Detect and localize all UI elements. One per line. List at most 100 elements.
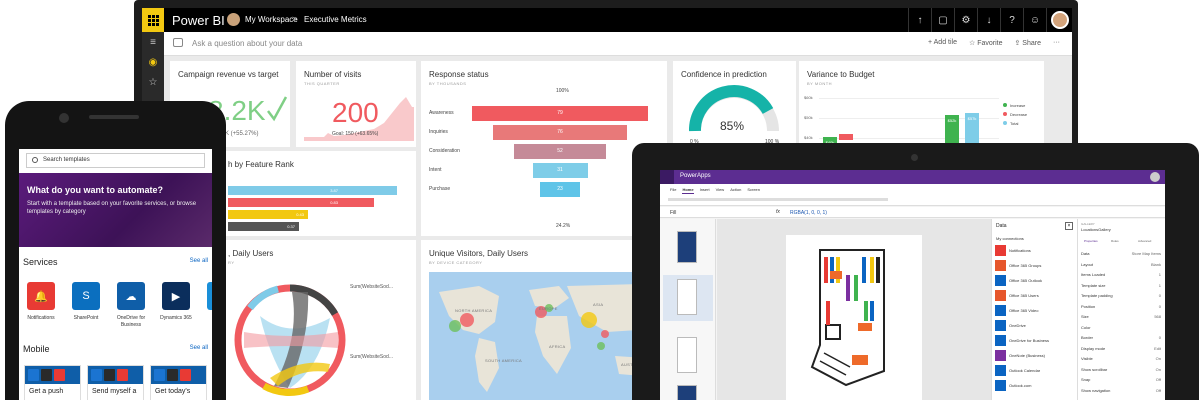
menu-insert[interactable]: Insert xyxy=(700,187,710,194)
connection-label: OneNote (Business) xyxy=(1009,353,1046,358)
prop-value[interactable]: 1 xyxy=(1159,272,1161,277)
user-avatar[interactable] xyxy=(1046,8,1072,32)
prop-value[interactable]: On xyxy=(1156,356,1161,361)
help-icon[interactable]: ? xyxy=(1000,8,1023,32)
tile-response[interactable]: Response status BY THOUSANDS 100% Awaren… xyxy=(421,61,667,236)
prop-label: Color xyxy=(1081,324,1091,330)
prop-value[interactable]: 0 xyxy=(1159,293,1161,298)
powerapps-user-avatar[interactable] xyxy=(1150,172,1160,182)
map-region-label: AFRICA xyxy=(549,344,566,349)
prop-label: Template padding xyxy=(1081,293,1113,298)
template-card[interactable]: Get today's xyxy=(150,365,207,400)
connection-item[interactable]: OneDrive for Business xyxy=(995,335,1075,349)
powerbi-topbar: Power BI My Workspace > Executive Metric… xyxy=(142,8,1072,32)
connection-item[interactable]: OneNote (Business) xyxy=(995,350,1075,364)
feature-bar[interactable]: 0.43 xyxy=(228,210,308,219)
settings-icon[interactable]: ⚙ xyxy=(954,8,977,32)
connection-item[interactable]: Outlook Calendar xyxy=(995,365,1075,379)
nav-favorites-icon[interactable]: ☆ xyxy=(142,72,164,92)
formula-property[interactable]: Fill xyxy=(670,210,676,216)
connection-item[interactable]: Office 365 Outlook xyxy=(995,275,1075,289)
bell-icon[interactable]: 🔔 xyxy=(27,282,55,310)
props-tab[interactable]: Rules xyxy=(1111,239,1119,243)
variance-bar[interactable] xyxy=(839,134,853,140)
feedback-icon[interactable]: ☺ xyxy=(1023,8,1046,32)
tile-daily-users[interactable]: , Daily Users RY Sum(WebsiteSod... Sum(W… xyxy=(224,240,416,400)
screen-thumbnail-4[interactable] xyxy=(677,385,697,400)
tile-variance[interactable]: Variance to Budget BY MONTH $60k $50k $40k… xyxy=(799,61,1044,147)
template-search-input[interactable]: Search templates xyxy=(26,153,205,168)
prop-value[interactable]: Off xyxy=(1156,377,1161,382)
funnel-bar[interactable]: 52 xyxy=(514,144,606,159)
tile-confidence[interactable]: Confidence in prediction 85% 0 % 100 % xyxy=(673,61,796,147)
favorite-button[interactable]: ☆ Favorite xyxy=(969,39,1003,47)
chord-label-2: Sum(WebsiteSod... xyxy=(350,354,393,360)
dynamics-icon[interactable]: ▶ xyxy=(162,282,190,310)
breadcrumb-workspace[interactable]: My Workspace xyxy=(245,15,298,24)
feature-bar[interactable]: 0.83 xyxy=(228,198,374,207)
connection-item[interactable]: OneDrive xyxy=(995,320,1075,334)
variance-bar[interactable]: $57k xyxy=(965,113,979,147)
prop-value[interactable]: 0 xyxy=(1159,304,1161,309)
tile-daily-title: , Daily Users xyxy=(228,249,274,258)
sharepoint-icon[interactable]: S xyxy=(72,282,100,310)
menu-file[interactable]: File xyxy=(670,187,676,194)
more-button[interactable]: ··· xyxy=(1053,39,1060,47)
menu-home[interactable]: Home xyxy=(682,187,694,194)
funnel-bar[interactable]: 79 xyxy=(472,106,648,121)
breadcrumb-report[interactable]: Executive Metrics xyxy=(304,15,367,24)
services-see-all[interactable]: See all xyxy=(190,258,208,264)
fullscreen-icon[interactable]: ↑ xyxy=(908,8,931,32)
prop-value[interactable]: On xyxy=(1156,367,1161,372)
tile-feature[interactable]: h by Feature Rank 3.87 0.83 0.43 0.37 xyxy=(224,151,416,236)
menu-view[interactable]: View xyxy=(716,187,725,194)
prop-value[interactable]: Store Map Items xyxy=(1132,251,1161,256)
qa-input[interactable]: Ask a question about your data xyxy=(192,39,302,48)
nav-menu-icon[interactable]: ≡ xyxy=(142,32,164,52)
feature-bar[interactable]: 0.37 xyxy=(228,222,299,231)
feature-bar[interactable]: 3.87 xyxy=(228,186,397,195)
template-card[interactable]: Get a push xyxy=(24,365,81,400)
funnel-bar[interactable]: 31 xyxy=(532,163,588,178)
connection-item[interactable]: Office 365 Users xyxy=(995,290,1075,304)
menu-action[interactable]: Action xyxy=(730,187,741,194)
prop-value[interactable]: 1 xyxy=(1159,283,1161,288)
tile-visits[interactable]: Number of visits THIS QUARTER 200 Goal: … xyxy=(296,61,416,147)
connection-item[interactable]: Office 365 Groups xyxy=(995,260,1075,274)
hero-banner: What do you want to automate? Start with… xyxy=(19,173,212,247)
funnel-bar[interactable]: 23 xyxy=(540,182,580,197)
connection-item[interactable]: Office 365 Video xyxy=(995,305,1075,319)
toolbar-controls[interactable] xyxy=(668,198,888,201)
nav-recent-icon[interactable]: ◉ xyxy=(142,52,164,72)
props-tab[interactable]: Advanced xyxy=(1138,239,1151,243)
share-button[interactable]: ⇪ Share xyxy=(1015,39,1042,47)
formula-input[interactable]: RGBA(1, 0, 0, 1) xyxy=(790,210,827,216)
prop-value[interactable]: 0 xyxy=(1159,335,1161,340)
app-launcher-icon[interactable] xyxy=(142,8,164,32)
app-launcher-icon[interactable] xyxy=(660,170,674,184)
screen-thumbnail-3[interactable] xyxy=(677,337,697,373)
props-tab[interactable]: Properties xyxy=(1084,239,1098,243)
prop-value[interactable]: Off xyxy=(1156,388,1161,393)
prop-value[interactable]: Edit xyxy=(1154,346,1161,351)
screen-thumbnail-1[interactable] xyxy=(677,231,697,263)
screen-thumbnail-2[interactable] xyxy=(677,279,697,315)
prop-value[interactable]: Blank xyxy=(1151,262,1161,267)
tile-unique[interactable]: Unique Visitors, Daily Users BY DEVICE C… xyxy=(421,240,667,400)
comment-icon[interactable]: ▢ xyxy=(931,8,954,32)
close-icon[interactable]: × xyxy=(1065,222,1073,230)
connector-icon xyxy=(117,369,128,381)
app-canvas[interactable] xyxy=(786,235,922,400)
connection-item[interactable]: Outlook.com xyxy=(995,380,1075,394)
add-tile-button[interactable]: + Add tile xyxy=(928,39,957,47)
prop-value[interactable]: 568 xyxy=(1154,314,1161,319)
mobile-see-all[interactable]: See all xyxy=(190,345,208,351)
download-icon[interactable]: ↓ xyxy=(977,8,1000,32)
funnel-bar[interactable]: 76 xyxy=(493,125,627,140)
menu-screen[interactable]: Screen xyxy=(747,187,760,194)
variance-y-label: $60k xyxy=(804,95,813,100)
connection-item[interactable]: Notifications xyxy=(995,245,1075,259)
template-card[interactable]: Send myself a xyxy=(87,365,144,400)
app-icon[interactable]: ■ xyxy=(207,282,212,310)
cloud-icon[interactable]: ☁ xyxy=(117,282,145,310)
